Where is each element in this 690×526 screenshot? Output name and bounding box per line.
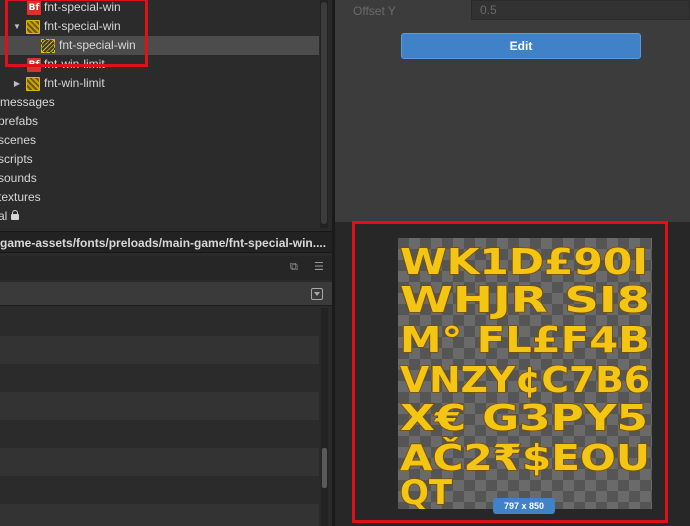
list-row[interactable]: [0, 364, 319, 392]
offset-y-label: Offset Y: [353, 4, 396, 18]
tree-item-label: sounds: [0, 171, 37, 185]
list-scrollbar[interactable]: [321, 308, 328, 526]
scrollbar-thumb[interactable]: [322, 448, 327, 488]
panel-toolbar: [0, 282, 332, 306]
highlight-box: [5, 0, 148, 67]
lock-icon: [11, 210, 20, 220]
edit-button[interactable]: Edit: [401, 33, 641, 59]
tree-item-label: prefabs: [0, 114, 39, 128]
tree-item-label: messages: [0, 95, 55, 109]
tree-item-label: scenes: [0, 133, 37, 147]
offset-y-input[interactable]: 0.5: [471, 0, 690, 20]
list-row[interactable]: [0, 448, 319, 476]
list-row[interactable]: [0, 308, 319, 336]
tree-item-label: scripts: [0, 152, 33, 166]
maximize-icon[interactable]: ⧉: [290, 262, 298, 273]
list-row[interactable]: [0, 476, 319, 504]
tree-item-label: al: [0, 207, 20, 226]
tree-item-label: textures: [0, 190, 41, 204]
tree-item-label: fnt-win-limit: [44, 76, 105, 90]
highlight-box: [352, 221, 668, 523]
inspector-panel: Offset Y 0.5 Edit: [335, 0, 690, 222]
asset-path-bar: game-assets/fonts/preloads/main-game/fnt…: [0, 231, 332, 253]
asset-path: game-assets/fonts/preloads/main-game/fnt…: [0, 236, 327, 250]
list-row[interactable]: [0, 420, 319, 448]
collapse-dropdown-icon[interactable]: [311, 288, 323, 300]
tree-scrollbar[interactable]: [320, 0, 328, 228]
list-row[interactable]: [0, 504, 319, 526]
expand-arrow-icon[interactable]: ▶: [12, 74, 22, 93]
scrollbar-thumb[interactable]: [321, 2, 327, 224]
list-row[interactable]: [0, 392, 319, 420]
panel-header: ⧉ ☰: [0, 256, 332, 280]
sprite-atlas-icon: [26, 77, 40, 91]
menu-icon[interactable]: ☰: [314, 262, 324, 273]
list-row[interactable]: [0, 336, 319, 364]
